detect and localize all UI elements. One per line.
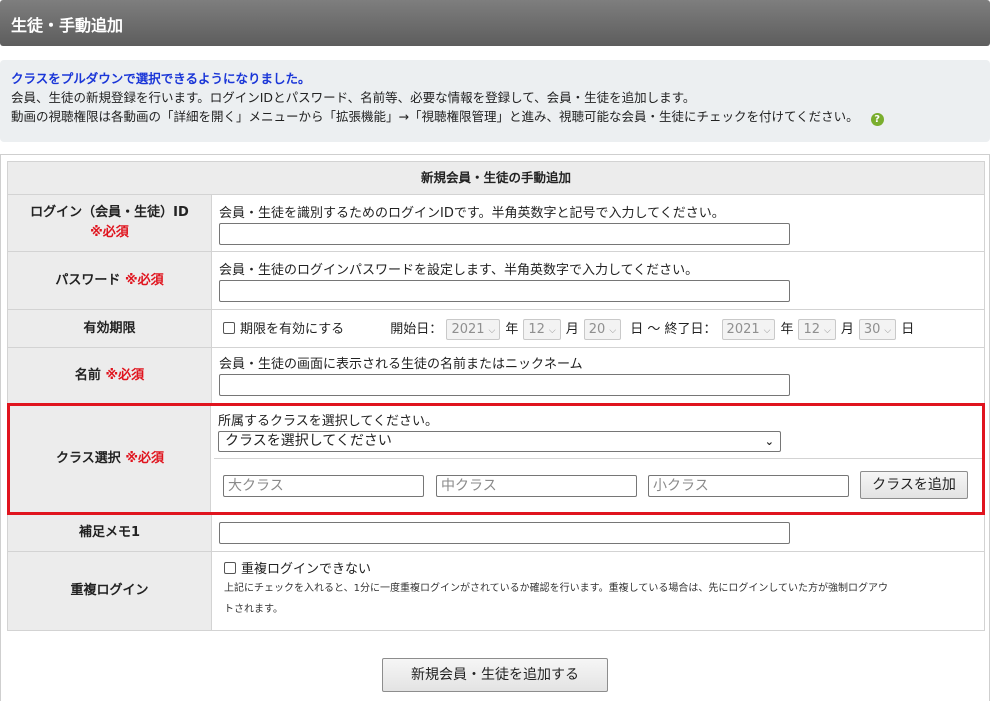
password-cell: 会員・生徒のログインパスワードを設定します、半角英数字で入力してください。 [218, 252, 984, 309]
start-day-select[interactable]: 20 ⌵ [583, 319, 622, 340]
name-row: 名前 ※必須 会員・生徒の画面に表示される生徒の名前またはニックネーム [7, 348, 985, 404]
middle-class-input[interactable] [436, 475, 637, 497]
member-form: 新規会員・生徒の手動追加 ログイン（会員・生徒）ID ※必須 会員・生徒を識別す… [0, 154, 990, 701]
form-title: 新規会員・生徒の手動追加 [7, 161, 985, 195]
add-class-button[interactable]: クラスを追加 [860, 471, 968, 499]
class-select-label-wrap: クラス選択 ※必須 [56, 449, 164, 469]
duplicate-login-row: 重複ログイン 重複ログインできない 上記にチェックを入れると、1分に一度重複ログ… [7, 552, 985, 631]
start-day-value: 20 [588, 322, 606, 337]
unit-day: 日 [901, 322, 915, 337]
password-label-wrap: パスワード ※必須 [55, 271, 163, 291]
start-date-label: 開始日： [390, 322, 443, 337]
add-member-button[interactable]: 新規会員・生徒を追加する [382, 658, 608, 692]
class-divider [214, 458, 982, 459]
name-description: 会員・生徒の画面に表示される生徒の名前またはニックネーム [219, 357, 583, 372]
duplicate-login-label-cell: 重複ログイン [8, 552, 212, 630]
login-id-cell: 会員・生徒を識別するためのログインIDです。半角英数字と記号で入力してください。 [218, 195, 984, 251]
end-month-select[interactable]: 12 ⌵ [798, 319, 836, 340]
memo1-label: 補足メモ1 [78, 525, 141, 540]
class-dropdown-value: クラスを選択してください [225, 433, 392, 449]
name-input[interactable] [219, 374, 790, 396]
duplicate-login-note-2: トされます。 [224, 604, 283, 615]
required-mark: ※必須 [124, 272, 164, 288]
end-year-select[interactable]: 2021 ⌵ [721, 319, 776, 340]
end-year-value: 2021 [726, 322, 760, 337]
start-month-value: 12 [528, 322, 545, 337]
memo1-row: 補足メモ1 [7, 515, 985, 552]
duplicate-login-checkbox-label: 重複ログインできない [241, 562, 372, 577]
info-line-2-wrap: 動画の視聴権限は各動画の「詳細を開く」メニューから「拡張機能」→「視聴権限管理」… [11, 107, 990, 126]
duplicate-login-label: 重複ログイン [70, 583, 149, 598]
chevron-down-icon: ⌵ [548, 326, 556, 336]
memo1-input[interactable] [219, 522, 790, 544]
duplicate-login-note-1: 上記にチェックを入れると、1分に一度重複ログインがされているか確認を行います。重… [224, 583, 889, 594]
password-input[interactable] [219, 280, 790, 302]
validity-row: 有効期限 期限を有効にする 開始日： 2021 ⌵ 年 12 ⌵ 月 20 ⌵ 日 ～ 終了日… [7, 310, 985, 348]
chevron-down-icon: ⌵ [609, 326, 617, 336]
password-row: パスワード ※必須 会員・生徒のログインパスワードを設定します、半角英数字で入力… [7, 252, 985, 310]
class-dropdown[interactable]: クラスを選択してください ⌄ [218, 431, 781, 452]
login-id-description: 会員・生徒を識別するためのログインIDです。半角英数字と記号で入力してください。 [219, 206, 725, 221]
unit-year: 年 [505, 322, 519, 337]
validity-label: 有効期限 [83, 320, 136, 336]
login-id-label: ログイン（会員・生徒）ID [30, 205, 189, 220]
start-year-select[interactable]: 2021 ⌵ [446, 319, 501, 340]
class-select-description: 所属するクラスを選択してください。 [218, 414, 438, 429]
name-cell: 会員・生徒の画面に表示される生徒の名前またはニックネーム [218, 348, 984, 403]
class-select-label-cell: クラス選択 ※必須 [10, 406, 211, 512]
page-header: 生徒・手動追加 [0, 0, 990, 46]
info-line-1: 会員、生徒の新規登録を行います。ログインIDとパスワード、名前等、必要な情報を登… [11, 90, 696, 105]
login-id-label-cell: ログイン（会員・生徒）ID ※必須 [8, 195, 212, 251]
name-label-wrap: 名前 ※必須 [75, 366, 144, 386]
name-label: 名前 [74, 367, 101, 383]
validity-label-cell: 有効期限 [8, 310, 212, 347]
class-select-cell: 所属するクラスを選択してください。 クラスを選択してください ⌄ クラスを追加 [214, 406, 982, 512]
password-label-cell: パスワード ※必須 [8, 252, 212, 309]
page-title: 生徒・手動追加 [11, 16, 124, 35]
validity-cell: 期限を有効にする 開始日： 2021 ⌵ 年 12 ⌵ 月 20 ⌵ 日 ～ 終了日： 2021… [218, 310, 984, 347]
question-circle-icon[interactable]: ? [870, 113, 884, 126]
duplicate-login-checkbox-wrap: 重複ログインできない [224, 558, 984, 577]
small-class-input[interactable] [648, 475, 849, 497]
notice-text: クラスをプルダウンで選択できるようになりました。 [11, 71, 311, 86]
info-line-2: 動画の視聴権限は各動画の「詳細を開く」メニューから「拡張機能」→「視聴権限管理」… [11, 109, 859, 124]
end-day-select[interactable]: 30 ⌵ [858, 319, 897, 340]
unit-year: 年 [780, 322, 794, 337]
memo1-cell [218, 515, 984, 551]
chevron-down-icon: ⌵ [488, 326, 496, 336]
memo1-label-cell: 補足メモ1 [8, 515, 212, 551]
class-select-label: クラス選択 [56, 451, 121, 466]
start-year-value: 2021 [451, 322, 485, 337]
large-class-input[interactable] [223, 475, 424, 497]
password-label: パスワード [55, 272, 121, 288]
login-id-row: ログイン（会員・生徒）ID ※必須 会員・生徒を識別するためのログインIDです。… [7, 195, 985, 252]
unit-month: 月 [840, 322, 854, 337]
chevron-down-icon: ⌵ [763, 326, 771, 336]
info-panel: クラスをプルダウンで選択できるようになりました。 会員、生徒の新規登録を行います… [0, 60, 990, 142]
end-month-value: 12 [803, 322, 821, 337]
end-date-label: 日 ～ 終了日： [630, 322, 717, 337]
required-mark: ※必須 [90, 225, 129, 240]
duplicate-login-checkbox[interactable] [224, 562, 236, 574]
validity-checkbox[interactable] [223, 322, 235, 334]
chevron-down-icon: ⌄ [764, 435, 774, 448]
chevron-down-icon: ⌵ [824, 326, 831, 336]
required-mark: ※必須 [105, 367, 145, 383]
start-month-select[interactable]: 12 ⌵ [523, 319, 561, 340]
chevron-down-icon: ⌵ [884, 326, 892, 336]
name-label-cell: 名前 ※必須 [8, 348, 212, 403]
class-select-row: クラス選択 ※必須 所属するクラスを選択してください。 クラスを選択してください… [7, 403, 985, 515]
validity-checkbox-label: 期限を有効にする [240, 322, 345, 337]
duplicate-login-cell: 重複ログインできない 上記にチェックを入れると、1分に一度重複ログインがされてい… [218, 552, 984, 630]
login-id-input[interactable] [219, 223, 790, 245]
password-description: 会員・生徒のログインパスワードを設定します、半角英数字で入力してください。 [219, 263, 699, 278]
required-mark: ※必須 [125, 451, 164, 466]
unit-month: 月 [565, 322, 579, 337]
end-day-value: 30 [863, 322, 881, 337]
